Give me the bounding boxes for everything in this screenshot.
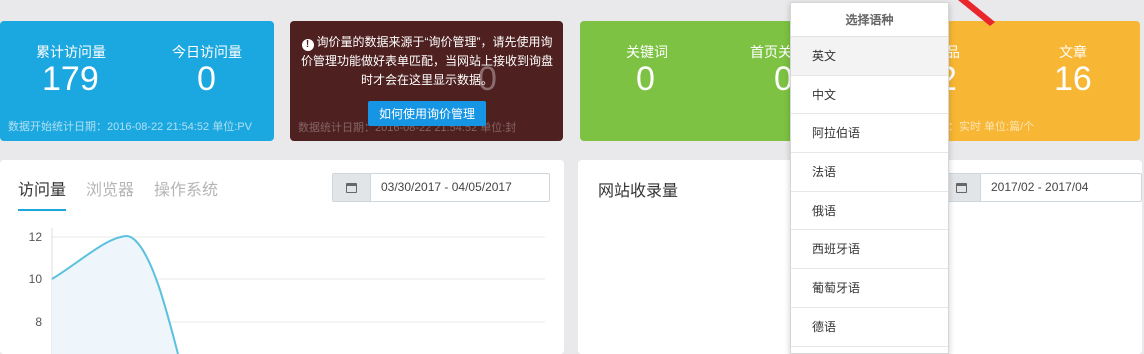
- language-option-french[interactable]: 法语: [791, 153, 948, 192]
- visits-date-range[interactable]: 03/30/2017 - 04/05/2017: [371, 174, 522, 201]
- panel-title: 网站收录量: [598, 183, 679, 200]
- total-visits-value: 179: [42, 60, 99, 98]
- visits-stat-card: 累计访问量 179 今日访问量 0 数据开始统计日期：2016-08-22 21…: [0, 21, 274, 141]
- calendar-icon[interactable]: [333, 174, 371, 201]
- tab-os[interactable]: 操作系统: [154, 176, 218, 211]
- tab-visits[interactable]: 访问量: [18, 176, 67, 211]
- language-option-english[interactable]: 英文: [791, 37, 948, 76]
- tab-browsers[interactable]: 浏览器: [86, 176, 134, 211]
- inquiry-notice: ! 询价量的数据来源于“询价管理”，请先使用询价管理功能做好表单匹配，当网站上接收…: [296, 33, 558, 90]
- y-tick-label: 8: [35, 315, 42, 329]
- index-date-range-picker[interactable]: 2017/02 - 2017/04: [942, 173, 1142, 202]
- today-visits-value: 0: [197, 60, 216, 98]
- visits-chart-panel: 访问量 浏览器 操作系统 03/30/2017 - 04/05/2017 12 …: [0, 160, 564, 354]
- language-option-german[interactable]: 德语: [791, 308, 948, 347]
- warning-icon: !: [301, 39, 314, 51]
- how-to-use-inquiry-button[interactable]: 如何使用询价管理: [368, 101, 486, 126]
- series-area: [52, 236, 178, 354]
- y-tick-label: 12: [29, 230, 43, 244]
- index-date-range[interactable]: 2017/02 - 2017/04: [981, 174, 1098, 201]
- chart-tabs: 访问量 浏览器 操作系统: [18, 176, 218, 211]
- articles-label: 文章: [1059, 44, 1087, 60]
- homepage-keywords-label: 首页关: [750, 44, 792, 60]
- y-tick-label: 10: [29, 272, 43, 286]
- visits-footnote: 数据开始统计日期：2016-08-22 21:54:52 单位:PV: [8, 121, 252, 133]
- inquiry-notice-text: 询价量的数据来源于“询价管理”，请先使用询价管理功能做好表单匹配，当网站上接收到…: [300, 35, 553, 87]
- total-visits-label: 累计访问量: [36, 44, 106, 60]
- today-visits-label: 今日访问量: [172, 44, 242, 60]
- language-option-spanish[interactable]: 西班牙语: [791, 230, 948, 270]
- language-option-arabic[interactable]: 阿拉伯语: [791, 114, 948, 154]
- content-footnote: ：实时 单位:篇/个: [948, 121, 1035, 133]
- keywords-value: 0: [636, 60, 655, 98]
- articles-value: 16: [1054, 60, 1092, 98]
- language-option-portuguese[interactable]: 葡萄牙语: [791, 269, 948, 308]
- language-dropdown: 选择语种 英文 中文 阿拉伯语 法语 俄语 西班牙语 葡萄牙语 德语: [790, 2, 949, 354]
- language-option-chinese[interactable]: 中文: [791, 76, 948, 115]
- inquiry-stat-card: 0 数据统计日期：2016-08-22 21:54:52 单位:封 ! 询价量的数…: [290, 21, 563, 141]
- visits-chart: 12 10 8: [29, 228, 545, 354]
- arrow-pointer-icon: [958, 0, 995, 26]
- dropdown-header: 选择语种: [791, 3, 948, 37]
- language-option-russian[interactable]: 俄语: [791, 192, 948, 231]
- keywords-label: 关键词: [626, 44, 668, 60]
- visits-date-range-picker[interactable]: 03/30/2017 - 04/05/2017: [332, 173, 550, 202]
